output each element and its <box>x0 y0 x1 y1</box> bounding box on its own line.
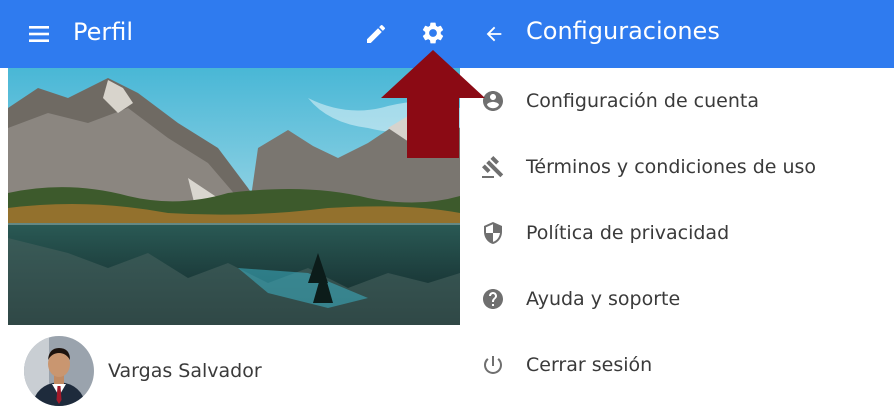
menu-item-label: Configuración de cuenta <box>526 90 759 112</box>
user-name: Vargas Salvador <box>108 360 262 382</box>
hamburger-menu-icon[interactable] <box>26 21 52 47</box>
settings-app-bar: Configuraciones <box>470 0 894 68</box>
menu-item-logout[interactable]: Cerrar sesión <box>470 332 894 398</box>
settings-screen: Configuraciones Configuración de cuenta … <box>470 0 894 409</box>
menu-item-privacy[interactable]: Política de privacidad <box>470 200 894 266</box>
power-icon <box>480 352 506 378</box>
help-circle-icon <box>480 286 506 312</box>
account-circle-icon <box>480 88 506 114</box>
avatar[interactable] <box>24 336 94 406</box>
page-title: Perfil <box>73 18 134 46</box>
profile-screen: Perfil Vargas Salvador <box>0 0 470 409</box>
gavel-icon <box>480 154 506 180</box>
menu-item-label: Términos y condiciones de uso <box>526 156 817 178</box>
menu-item-terms[interactable]: Términos y condiciones de uso <box>470 134 894 200</box>
arrow-back-icon[interactable] <box>480 20 508 48</box>
menu-item-account[interactable]: Configuración de cuenta <box>470 68 894 134</box>
settings-title: Configuraciones <box>526 17 720 45</box>
settings-menu: Configuración de cuenta Términos y condi… <box>470 68 894 398</box>
pencil-icon[interactable] <box>362 20 390 48</box>
shield-icon <box>480 220 506 246</box>
menu-item-label: Cerrar sesión <box>526 354 653 376</box>
profile-app-bar: Perfil <box>0 0 470 68</box>
menu-item-help[interactable]: Ayuda y soporte <box>470 266 894 332</box>
menu-item-label: Política de privacidad <box>526 222 730 244</box>
menu-item-label: Ayuda y soporte <box>526 288 681 310</box>
profile-user[interactable]: Vargas Salvador <box>24 336 262 406</box>
cover-photo <box>8 68 460 325</box>
gear-icon[interactable] <box>419 19 447 47</box>
